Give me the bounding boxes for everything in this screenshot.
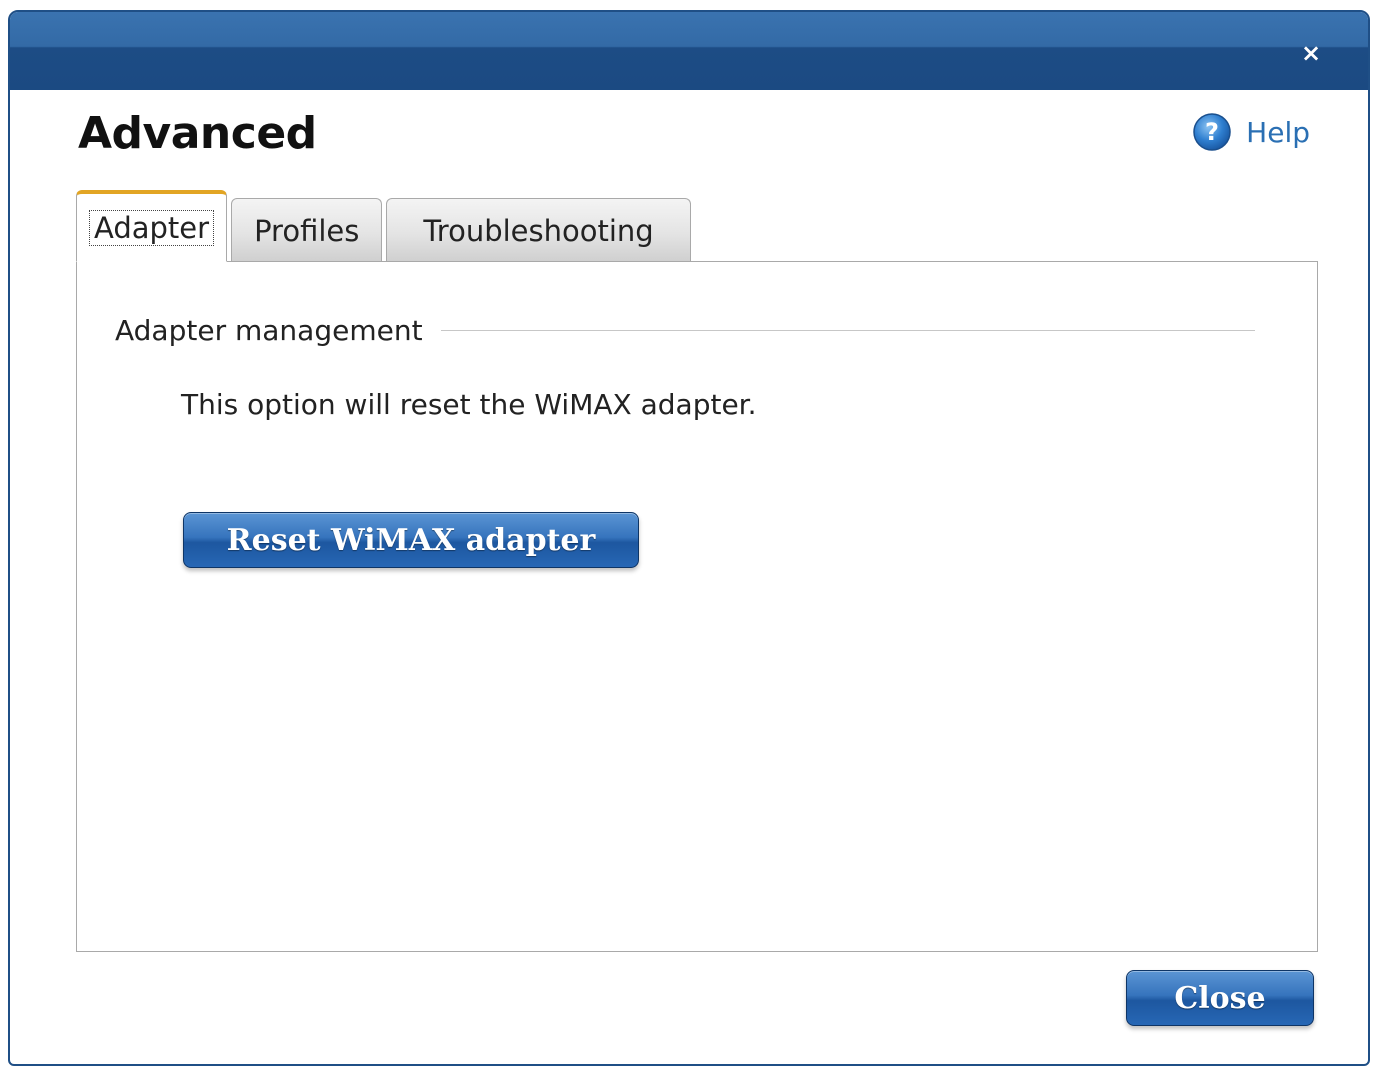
close-button[interactable]: Close — [1126, 970, 1314, 1026]
page-title: Advanced — [78, 108, 317, 159]
adapter-tab-panel: Adapter management This option will rese… — [76, 261, 1318, 952]
close-icon[interactable]: × — [1298, 40, 1324, 66]
help-label[interactable]: Help — [1246, 116, 1310, 149]
svg-text:?: ? — [1205, 118, 1219, 146]
advanced-dialog: × Advanced ? Help Adapter Profiles Troub… — [8, 10, 1370, 1066]
title-bar[interactable]: × — [10, 12, 1368, 90]
section-header: Adapter management — [115, 314, 1255, 347]
question-mark-icon[interactable]: ? — [1192, 112, 1232, 152]
section-divider — [440, 330, 1255, 331]
section-title: Adapter management — [115, 314, 423, 347]
reset-description: This option will reset the WiMAX adapter… — [181, 388, 757, 421]
reset-adapter-button[interactable]: Reset WiMAX adapter — [183, 512, 639, 568]
tab-bar: Adapter Profiles Troubleshooting — [76, 190, 695, 262]
tab-troubleshooting[interactable]: Troubleshooting — [386, 198, 691, 262]
tab-adapter[interactable]: Adapter — [76, 190, 228, 262]
tab-adapter-label: Adapter — [89, 209, 215, 246]
tab-profiles[interactable]: Profiles — [231, 198, 383, 262]
tab-troubleshooting-label: Troubleshooting — [423, 213, 654, 248]
help-link[interactable]: ? Help — [1192, 110, 1310, 154]
tab-profiles-label: Profiles — [254, 213, 360, 248]
